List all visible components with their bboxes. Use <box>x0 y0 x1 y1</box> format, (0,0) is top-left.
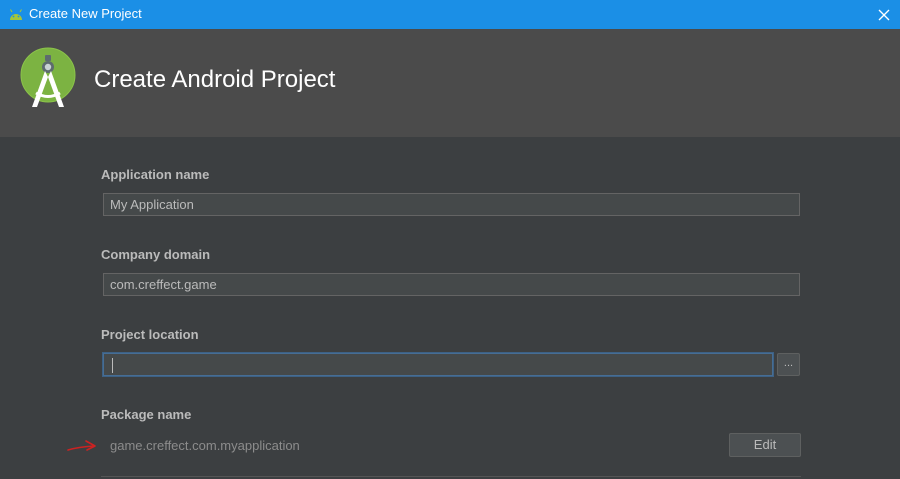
package-name-label: Package name <box>101 407 192 422</box>
text-caret <box>112 358 113 373</box>
window-title: Create New Project <box>29 6 142 21</box>
project-location-field[interactable] <box>103 353 773 376</box>
project-location-label: Project location <box>101 327 199 342</box>
header-banner: Create Android Project <box>0 29 900 137</box>
application-name-label: Application name <box>101 167 210 182</box>
package-name-value: game.creffect.com.myapplication <box>110 438 300 453</box>
android-studio-logo-icon <box>20 47 76 107</box>
company-domain-field[interactable]: com.creffect.game <box>103 273 800 296</box>
application-name-field[interactable]: My Application <box>103 193 800 216</box>
create-project-window: Create New Project Create Android Projec… <box>0 0 900 479</box>
company-domain-label: Company domain <box>101 247 211 262</box>
close-button[interactable] <box>868 0 900 29</box>
title-bar[interactable]: Create New Project <box>0 0 900 29</box>
divider <box>101 476 801 477</box>
red-arrow-icon <box>67 440 96 451</box>
browse-location-button[interactable]: ... <box>777 353 800 376</box>
edit-package-button[interactable]: Edit <box>729 433 801 457</box>
android-icon <box>10 9 22 20</box>
close-icon <box>878 9 890 20</box>
page-title: Create Android Project <box>94 66 336 93</box>
